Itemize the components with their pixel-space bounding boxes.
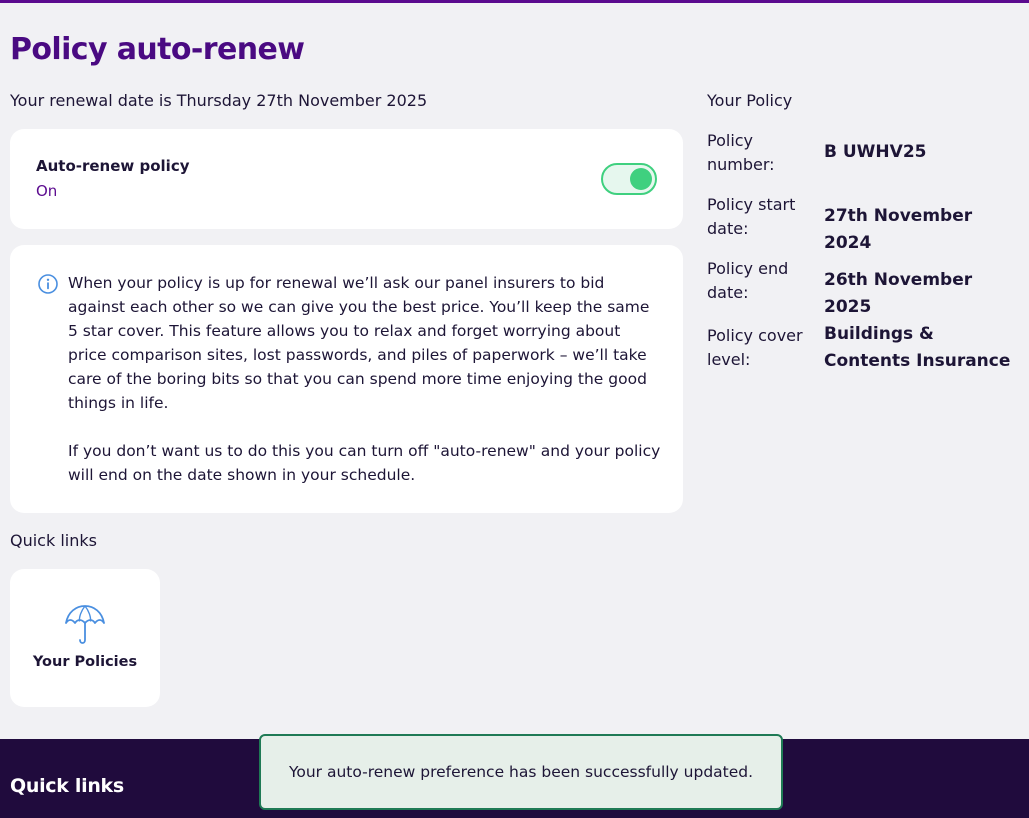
top-rule <box>0 0 1029 3</box>
renewal-date-text: Your renewal date is Thursday 27th Novem… <box>10 91 428 110</box>
page-title: Policy auto-renew <box>10 32 305 67</box>
auto-renew-state: On <box>36 182 58 200</box>
umbrella-icon <box>65 605 105 644</box>
your-policies-label: Your Policies <box>32 654 138 670</box>
toggle-knob <box>630 168 652 190</box>
policy-end-date-value: 26th November 2025 <box>824 270 973 317</box>
policy-start-date-value: 27th November 2024 <box>824 206 973 253</box>
policy-number-label: Policy number: <box>707 131 775 174</box>
info-paragraph-2: If you don’t want us to do this you can … <box>68 442 661 484</box>
policy-cover-level-value: Buildings & Contents Insurance <box>824 324 1011 371</box>
quick-links-label: Quick links <box>10 531 97 550</box>
auto-renew-title: Auto-renew policy <box>36 157 190 175</box>
auto-renew-toggle[interactable] <box>601 163 657 195</box>
toast-message: Your auto-renew preference has been succ… <box>288 763 754 781</box>
info-paragraph-1: When your policy is up for renewal we’ll… <box>68 274 650 412</box>
policy-cover-level-label: Policy cover level: <box>707 326 803 369</box>
your-policy-heading: Your Policy <box>707 91 793 110</box>
policy-number-value: B UWHV25 <box>824 142 927 162</box>
footer-quick-links-title: Quick links <box>10 775 124 797</box>
auto-renew-info-card: When your policy is up for renewal we’ll… <box>10 245 683 513</box>
your-policies-tile[interactable]: Your Policies <box>10 569 160 707</box>
auto-renew-card: Auto-renew policy On <box>10 129 683 229</box>
info-icon <box>38 274 58 294</box>
policy-end-date-label: Policy end date: <box>707 259 789 302</box>
success-toast: Your auto-renew preference has been succ… <box>259 734 783 810</box>
page: Policy auto-renew Your renewal date is T… <box>0 0 1029 818</box>
policy-start-date-label: Policy start date: <box>707 195 796 238</box>
